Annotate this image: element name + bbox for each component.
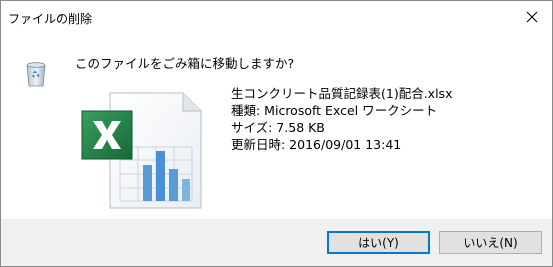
confirm-question: このファイルをごみ箱に移動しますか?: [75, 56, 295, 71]
file-size: サイズ: 7.58 KB: [231, 120, 325, 135]
file-type: 種類: Microsoft Excel ワークシート: [231, 103, 438, 118]
no-button[interactable]: いいえ(N): [439, 231, 542, 254]
file-modified: 更新日時: 2016/09/01 13:41: [231, 137, 402, 152]
title-bar[interactable]: ファイルの削除: [1, 1, 552, 34]
file-name: 生コンクリート品質記録表(1)配合.xlsx: [231, 86, 453, 101]
dialog-content: このファイルをごみ箱に移動しますか? 生コンクリート品質記録表(1)配合.xls…: [1, 34, 552, 219]
yes-button[interactable]: はい(Y): [327, 231, 430, 254]
excel-file-icon: [81, 92, 202, 209]
window-title: ファイルの削除: [8, 12, 93, 26]
file-details: 生コンクリート品質記録表(1)配合.xlsx 種類: Microsoft Exc…: [231, 85, 452, 153]
close-icon: [526, 11, 538, 23]
close-button[interactable]: [512, 1, 552, 33]
recycle-bin-icon: [26, 62, 46, 87]
button-bar: はい(Y) いいえ(N): [1, 219, 552, 266]
delete-file-dialog: ファイルの削除 このファイルをごみ箱に移動しますか? 生コンクリート品質記録表(…: [0, 0, 553, 267]
